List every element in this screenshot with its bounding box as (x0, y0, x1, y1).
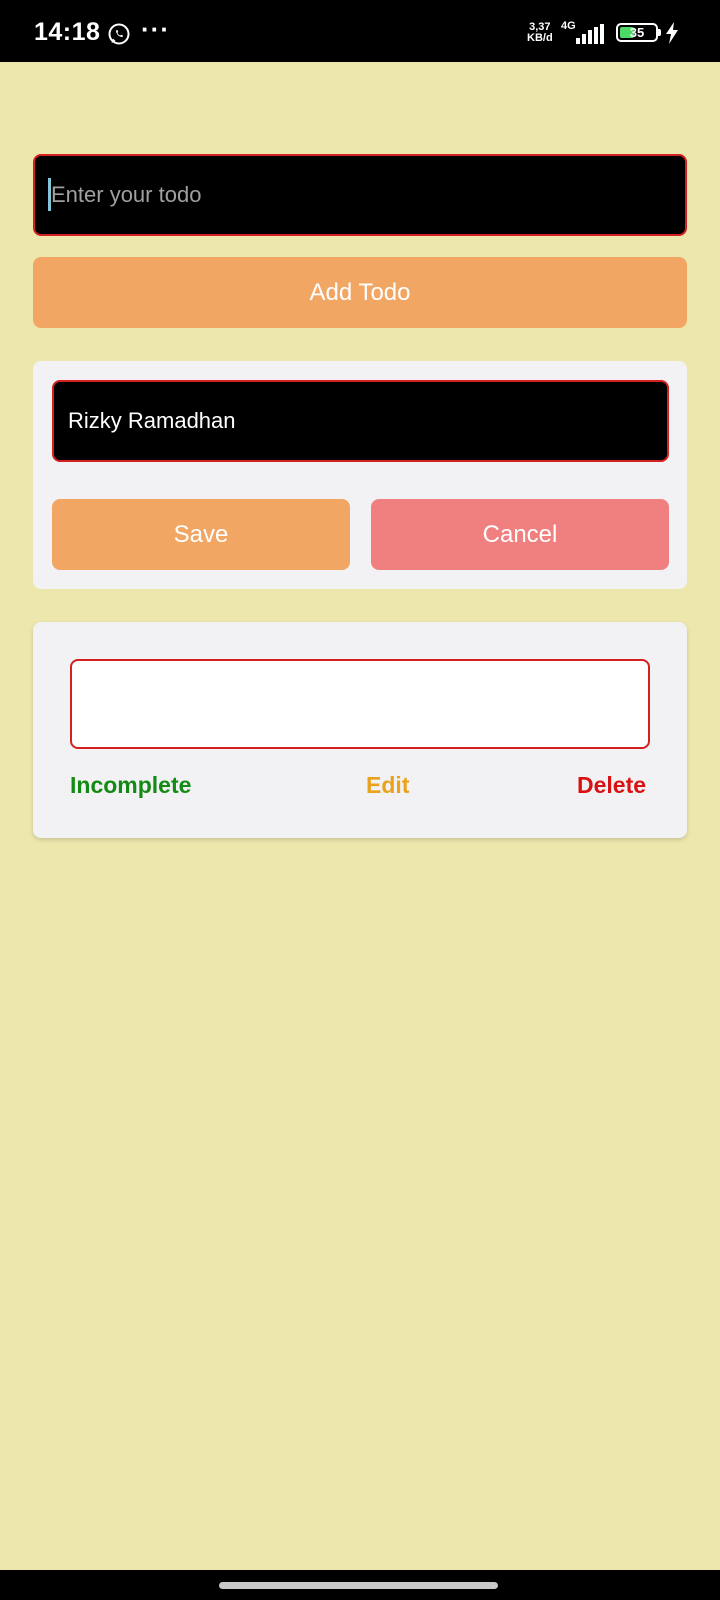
todo-item-text (70, 659, 650, 749)
whatsapp-icon (108, 23, 130, 45)
more-notifications-icon: ··· (141, 14, 170, 44)
navigation-bar (0, 1570, 720, 1600)
edit-todo-input[interactable] (52, 380, 669, 462)
battery-tip (658, 29, 661, 36)
delete-button[interactable]: Delete (577, 772, 646, 799)
text-cursor (48, 178, 51, 211)
battery-icon: 35 (616, 23, 658, 42)
cancel-button[interactable]: Cancel (371, 499, 669, 570)
todo-input[interactable] (33, 154, 687, 236)
incomplete-button[interactable]: Incomplete (70, 772, 191, 799)
battery-level: 35 (629, 25, 645, 40)
add-todo-button[interactable]: Add Todo (33, 257, 687, 328)
edit-button[interactable]: Edit (366, 772, 409, 799)
home-indicator[interactable] (219, 1582, 498, 1589)
status-time: 14:18 (34, 18, 101, 46)
network-speed: 3,37 KB/d (527, 22, 553, 44)
signal-icon (576, 24, 604, 44)
status-bar: 14:18 ··· 3,37 KB/d 4G 35 (0, 0, 720, 62)
save-button[interactable]: Save (52, 499, 350, 570)
network-speed-unit: KB/d (527, 32, 553, 44)
charging-icon (666, 22, 678, 44)
